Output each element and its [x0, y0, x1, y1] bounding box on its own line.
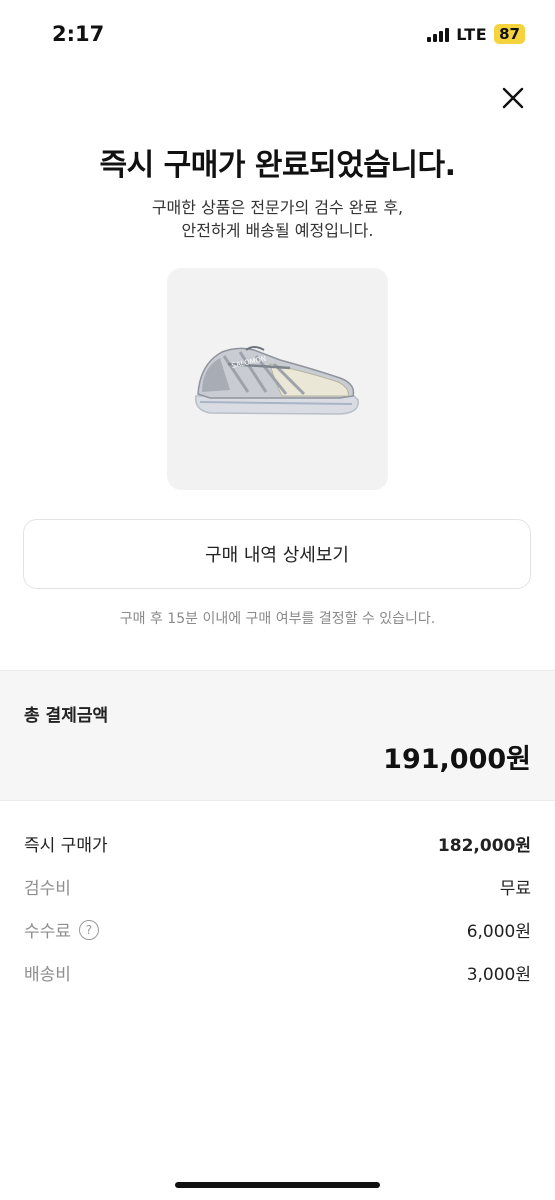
sneaker-image: SALOMON — [195, 346, 359, 415]
breakdown-value: 무료 — [499, 879, 531, 899]
breakdown-row-shipping-fee: 배송비 3,000원 — [24, 951, 531, 994]
status-bar: 2:17 LTE 87 — [0, 0, 555, 70]
status-time: 2:17 — [52, 22, 105, 46]
total-payment-section: 총 결제금액 191,000원 — [0, 670, 555, 801]
breakdown-label: 배송비 — [24, 965, 71, 985]
page-subtitle: 구매한 상품은 전문가의 검수 완료 후, 안전하게 배송될 예정입니다. — [0, 196, 555, 242]
price-breakdown: 즉시 구매가 182,000원 검수비 무료 수수료 ? 6,000원 배송비 … — [24, 822, 531, 994]
decision-notice: 구매 후 15분 이내에 구매 여부를 결정할 수 있습니다. — [119, 611, 436, 627]
breakdown-value: 6,000원 — [466, 922, 531, 942]
subtitle-line-2: 안전하게 배송될 예정입니다. — [181, 221, 374, 240]
breakdown-row-inspection-fee: 검수비 무료 — [24, 865, 531, 908]
page-title: 즉시 구매가 완료되었습니다. — [99, 148, 457, 183]
breakdown-row-commission: 수수료 ? 6,000원 — [24, 908, 531, 951]
help-icon[interactable]: ? — [78, 919, 99, 940]
breakdown-row-instant-price: 즉시 구매가 182,000원 — [24, 822, 531, 865]
subtitle-line-1: 구매한 상품은 전문가의 검수 완료 후, — [151, 198, 404, 217]
signal-icon — [427, 26, 450, 42]
home-indicator — [175, 1182, 380, 1188]
purchase-detail-button[interactable]: 구매 내역 상세보기 — [23, 519, 531, 589]
close-button[interactable] — [499, 84, 527, 112]
network-label: LTE — [456, 24, 488, 44]
total-label: 총 결제금액 — [24, 706, 109, 726]
total-amount: 191,000원 — [383, 744, 531, 775]
breakdown-label-wrap: 수수료 ? — [24, 917, 99, 942]
breakdown-value: 182,000원 — [437, 836, 531, 856]
breakdown-value: 3,000원 — [466, 965, 531, 985]
product-image[interactable]: SALOMON — [167, 268, 388, 490]
status-indicators: LTE 87 — [427, 24, 525, 44]
battery-icon: 87 — [494, 24, 525, 44]
breakdown-label: 검수비 — [24, 879, 71, 899]
close-icon — [502, 87, 524, 109]
breakdown-label: 수수료 — [24, 922, 71, 942]
breakdown-label: 즉시 구매가 — [24, 836, 108, 856]
